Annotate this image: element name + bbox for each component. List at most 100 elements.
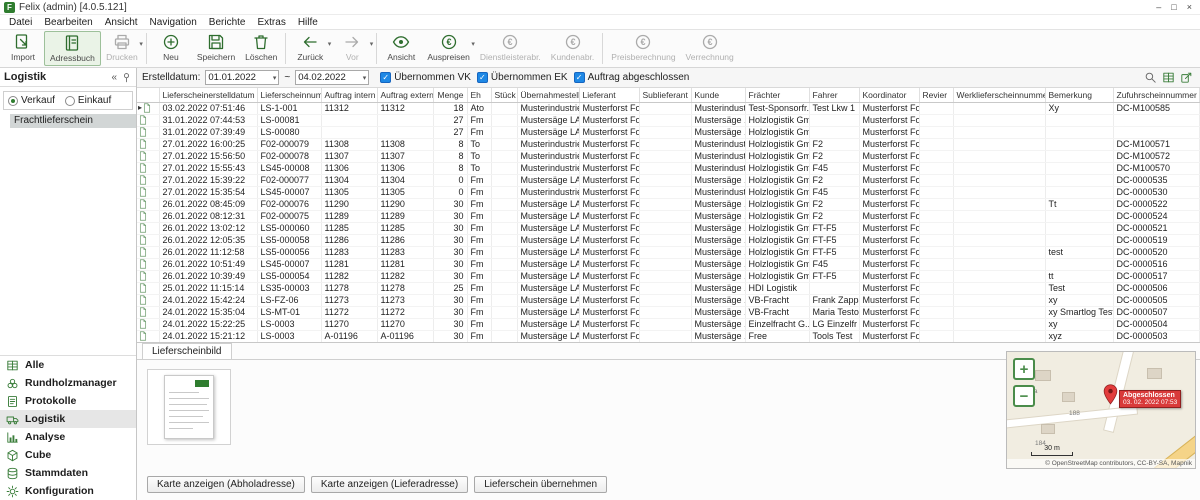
checkbox-übernommen-vk[interactable]: ✓Übernommen VK (380, 72, 471, 83)
table-row[interactable]: 27.01.2022 15:56:50F02-00007811307113078… (137, 150, 1200, 162)
nav-logistik[interactable]: Logistik (0, 410, 136, 428)
menu-ansicht[interactable]: Ansicht (100, 17, 143, 28)
pin-icon[interactable] (121, 72, 132, 83)
cell (953, 246, 1045, 258)
cell: F45 (809, 186, 859, 198)
col-koordinator[interactable]: Koordinator (859, 88, 919, 102)
col-werklieferscheinnummer[interactable]: Werklieferscheinnummer (953, 88, 1045, 102)
table-row[interactable]: 27.01.2022 15:39:22F02-00007711304113040… (137, 174, 1200, 186)
toolbar-zurück[interactable]: ▾Zurück (289, 31, 331, 66)
menu-navigation[interactable]: Navigation (145, 17, 202, 28)
col-zufuhrscheinnummer[interactable]: Zufuhrscheinnummer (1113, 88, 1200, 102)
col-bemerkung[interactable]: Bemerkung (1045, 88, 1113, 102)
button-lieferschein-übernehmen[interactable]: Lieferschein übernehmen (474, 476, 607, 493)
map-marker-icon[interactable] (1103, 384, 1118, 405)
table-row[interactable]: 26.01.2022 08:12:31F02-00007511289112893… (137, 210, 1200, 222)
nav-konfiguration[interactable]: Konfiguration (0, 482, 136, 500)
toolbar-adressbuch[interactable]: Adressbuch (44, 31, 101, 66)
table-row[interactable]: 26.01.2022 11:12:58LS5-00005611283112833… (137, 246, 1200, 258)
table-row[interactable]: 26.01.2022 08:45:09F02-00007611290112903… (137, 198, 1200, 210)
grid-icon[interactable] (1162, 71, 1175, 84)
table-row[interactable]: 24.01.2022 15:35:04LS-MT-01112721127230F… (137, 306, 1200, 318)
map-zoom-in-button[interactable]: + (1013, 358, 1035, 380)
menu-bearbeiten[interactable]: Bearbeiten (39, 17, 97, 28)
col-revier[interactable]: Revier (919, 88, 953, 102)
col-frächter[interactable]: Frächter (745, 88, 809, 102)
col-lieferscheinerstelldatum[interactable]: Lieferscheinerstelldatum (159, 88, 257, 102)
map[interactable]: 186a 188 184 + − Abgeschlossen 03. 02. 2… (1006, 351, 1196, 469)
toolbar-speichern[interactable]: Speichern (192, 31, 240, 66)
toolbar-auspreisen[interactable]: €▾Auspreisen (422, 31, 475, 66)
chevron-down-icon[interactable]: ▾ (273, 74, 277, 82)
chevron-down-icon[interactable]: ▾ (363, 74, 367, 82)
table-row[interactable]: 26.01.2022 10:51:49LS45-0000711281112813… (137, 258, 1200, 270)
table-row[interactable]: 27.01.2022 15:55:43LS45-0000811306113068… (137, 162, 1200, 174)
table-row[interactable]: 26.01.2022 10:39:49LS5-00005411282112823… (137, 270, 1200, 282)
collapse-panel-icon[interactable]: « (111, 72, 117, 83)
dropdown-caret-icon[interactable]: ▾ (139, 40, 143, 48)
nav-analyse[interactable]: Analyse (0, 428, 136, 446)
col-auftrag-intern[interactable]: Auftrag intern (321, 88, 377, 102)
map-zoom-out-button[interactable]: − (1013, 385, 1035, 407)
col-menge[interactable]: Menge (433, 88, 467, 102)
table-row[interactable]: ▸03.02.2022 07:51:46LS-1-001113121131218… (137, 102, 1200, 114)
radio-einkauf[interactable]: Einkauf (65, 95, 111, 106)
date-from-input[interactable]: 01.01.2022 ▾ (205, 70, 279, 85)
col-fahrer[interactable]: Fahrer (809, 88, 859, 102)
nav-rundholzmanager[interactable]: Rundholzmanager (0, 374, 136, 392)
maximize-button[interactable]: □ (1171, 2, 1176, 12)
col-eh[interactable]: Eh (467, 88, 491, 102)
toolbar-label: Löschen (245, 52, 277, 62)
checkbox-auftrag-abgeschlossen[interactable]: ✓Auftrag abgeschlossen (574, 72, 690, 83)
menu-datei[interactable]: Datei (4, 17, 37, 28)
table-row[interactable]: 26.01.2022 12:05:35LS5-00005811286112863… (137, 234, 1200, 246)
cell: Musterindustrie UN (517, 138, 579, 150)
checkbox-übernommen-ek[interactable]: ✓Übernommen EK (477, 72, 568, 83)
table-row[interactable]: 24.01.2022 15:42:24LS-FZ-06112731127330F… (137, 294, 1200, 306)
cell (639, 102, 691, 114)
table-row[interactable]: 27.01.2022 15:35:54LS45-0000711305113050… (137, 186, 1200, 198)
table-row[interactable]: 25.01.2022 11:15:14LS35-0000311278112782… (137, 282, 1200, 294)
col-übernahmestelle[interactable]: Übernahmestelle (517, 88, 579, 102)
radio-verkauf[interactable]: Verkauf (8, 95, 55, 106)
toolbar-import[interactable]: Import (2, 31, 44, 66)
delivery-note-preview[interactable] (147, 369, 231, 445)
toolbar-neu[interactable]: Neu (150, 31, 192, 66)
nav-alle[interactable]: Alle (0, 356, 136, 374)
col-sublieferant[interactable]: Sublieferant (639, 88, 691, 102)
nav-cube[interactable]: Cube (0, 446, 136, 464)
menu-berichte[interactable]: Berichte (204, 17, 251, 28)
col-lieferscheinnummer[interactable]: Lieferscheinnummer (257, 88, 321, 102)
dropdown-caret-icon[interactable]: ▾ (370, 40, 374, 48)
cell: Musterindustrie (691, 138, 745, 150)
table-row[interactable]: 26.01.2022 13:02:12LS5-00006011285112853… (137, 222, 1200, 234)
minimize-button[interactable]: – (1156, 2, 1161, 12)
map-building (1147, 368, 1162, 379)
cell: 30 (433, 222, 467, 234)
table-row[interactable]: 27.01.2022 16:00:25F02-00007911308113088… (137, 138, 1200, 150)
table-row[interactable]: 24.01.2022 15:21:12LS-0003A-01196A-01196… (137, 330, 1200, 342)
button-karte-anzeigen-lieferadresse[interactable]: Karte anzeigen (Lieferadresse) (311, 476, 468, 493)
table-row[interactable]: 31.01.2022 07:39:49LS-0008027FmMustersäg… (137, 126, 1200, 138)
col-auftrag-extern[interactable]: Auftrag extern (377, 88, 433, 102)
button-karte-anzeigen-abholadresse[interactable]: Karte anzeigen (Abholadresse) (147, 476, 305, 493)
export-icon[interactable] (1180, 71, 1193, 84)
tree-item-frachtlieferschein[interactable]: Frachtlieferschein (10, 114, 136, 128)
search-icon[interactable] (1144, 71, 1157, 84)
col-lieferant[interactable]: Lieferant (579, 88, 639, 102)
table-row[interactable]: 31.01.2022 07:44:53LS-0008127FmMustersäg… (137, 114, 1200, 126)
doc-icon (139, 211, 147, 221)
menu-extras[interactable]: Extras (252, 17, 290, 28)
toolbar-ansicht[interactable]: Ansicht (380, 31, 422, 66)
close-button[interactable]: × (1187, 2, 1192, 12)
col-stück[interactable]: Stück (491, 88, 517, 102)
menu-hilfe[interactable]: Hilfe (293, 17, 323, 28)
col-kunde[interactable]: Kunde (691, 88, 745, 102)
date-to-input[interactable]: 04.02.2022 ▾ (295, 70, 369, 85)
toolbar-löschen[interactable]: Löschen (240, 31, 282, 66)
nav-stammdaten[interactable]: Stammdaten (0, 464, 136, 482)
tab-lieferscheinbild[interactable]: Lieferscheinbild (142, 343, 232, 359)
table-row[interactable]: 24.01.2022 15:22:25LS-0003112701127030Fm… (137, 318, 1200, 330)
nav-protokolle[interactable]: Protokolle (0, 392, 136, 410)
cell: FT-F5 (809, 222, 859, 234)
